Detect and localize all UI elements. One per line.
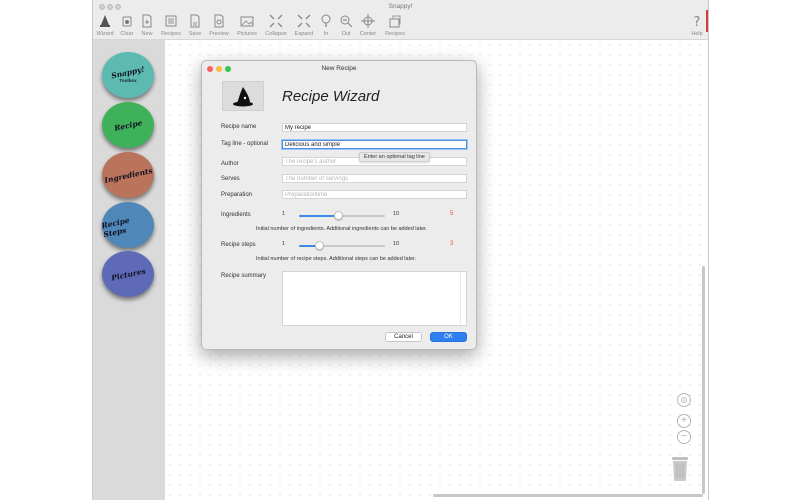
toolbar-preview-button[interactable]: Preview xyxy=(207,14,231,37)
toolbox-orb-pictures[interactable]: Pictures xyxy=(102,251,154,297)
center-icon xyxy=(361,14,375,28)
toolbar-zoom-out-button[interactable]: Out xyxy=(334,14,358,37)
steps-min: 1 xyxy=(282,241,286,247)
tag-line-tooltip: Enter an optional tag line xyxy=(359,152,430,162)
window-title: Snappy! xyxy=(388,3,413,10)
wizard-hat-icon xyxy=(233,87,253,107)
pictures-icon xyxy=(240,16,254,27)
expand-icon xyxy=(297,14,311,28)
center-view-icon[interactable]: ◎ xyxy=(677,393,691,407)
ingredients-slider[interactable] xyxy=(299,211,385,220)
preview-icon xyxy=(214,14,224,28)
zoom-out-canvas-icon[interactable]: − xyxy=(677,430,691,444)
wizard-heading: Recipe Wizard xyxy=(282,88,380,105)
recipe-summary-textarea[interactable] xyxy=(282,271,467,326)
ingredients-help-text: Initial number of ingredients. Additiona… xyxy=(256,226,428,232)
serves-input[interactable] xyxy=(282,174,467,183)
save-icon xyxy=(190,14,200,28)
ingredients-min: 1 xyxy=(282,211,286,217)
toolbar-help-button[interactable]: ? Help xyxy=(685,14,708,37)
dialog-titlebar: New Recipe xyxy=(202,61,476,77)
steps-help-text: Initial number of recipe steps. Addition… xyxy=(256,256,417,262)
new-recipe-dialog: New Recipe Recipe Wizard Recipe name Tag… xyxy=(201,60,477,350)
toolbar-expand-button[interactable]: Expand xyxy=(292,14,316,37)
preparation-label: Preparation xyxy=(221,192,253,198)
steps-max: 10 xyxy=(393,241,400,247)
dialog-title: New Recipe xyxy=(321,65,357,72)
trash-icon[interactable] xyxy=(671,456,689,482)
serves-label: Serves xyxy=(221,176,240,182)
steps-slider[interactable] xyxy=(299,241,385,250)
tag-line-input[interactable] xyxy=(282,140,467,149)
toolbar-wizard-button[interactable]: Wizard xyxy=(93,14,117,37)
toolbox-sidebar: Snappy! Toolbox Recipe Ingredients Recip… xyxy=(93,40,165,500)
ingredients-slider-knob[interactable] xyxy=(333,211,343,220)
collapse-icon xyxy=(269,14,283,28)
toolbar-share-recipes-button[interactable]: Recipes xyxy=(383,14,407,37)
clear-icon xyxy=(122,16,132,27)
toolbox-orb-recipe[interactable]: Recipe xyxy=(102,102,154,148)
toolbar-collapse-button[interactable]: Collapse xyxy=(264,14,288,37)
recipe-steps-label: Recipe steps xyxy=(221,242,256,248)
zoom-out-icon xyxy=(340,15,353,28)
toolbox-orb-recipe-steps[interactable]: Recipe Steps xyxy=(101,202,154,248)
toolbar-pictures-button[interactable]: Pictures xyxy=(235,14,259,37)
wizard-image xyxy=(222,81,264,111)
steps-slider-knob[interactable] xyxy=(314,241,324,250)
preparation-input[interactable] xyxy=(282,190,467,199)
toolbar-recipes-button[interactable]: Recipes xyxy=(159,14,183,37)
ingredients-label: Ingredients xyxy=(221,212,251,218)
cancel-button[interactable]: Cancel xyxy=(385,332,422,342)
horizontal-scrollbar[interactable] xyxy=(433,494,703,497)
toolbar: Wizard Clear New Recipes Save Preview Pi… xyxy=(93,12,708,40)
share-recipes-icon xyxy=(389,15,401,28)
steps-count: 3 xyxy=(450,241,454,247)
toolbar-save-button[interactable]: Save xyxy=(183,14,207,37)
recipe-summary-label: Recipe summary xyxy=(221,273,267,279)
author-label: Author xyxy=(221,161,239,167)
new-document-icon xyxy=(142,14,152,28)
toolbar-new-button[interactable]: New xyxy=(135,14,159,37)
ok-button[interactable]: OK xyxy=(430,332,467,342)
wizard-hat-icon xyxy=(100,15,110,27)
zoom-in-canvas-icon[interactable]: + xyxy=(677,414,691,428)
toolbox-orb-snappy[interactable]: Snappy! Toolbox xyxy=(102,52,154,98)
recipe-name-input[interactable] xyxy=(282,123,467,132)
ingredients-max: 10 xyxy=(393,211,400,217)
window-titlebar: Snappy! xyxy=(93,0,708,12)
tag-line-label: Tag line - optional xyxy=(221,141,269,147)
recipe-name-label: Recipe name xyxy=(221,124,257,130)
zoom-in-icon xyxy=(321,14,331,27)
svg-text:?: ? xyxy=(694,15,701,28)
toolbox-orb-ingredients[interactable]: Ingredients xyxy=(102,152,154,198)
summary-scrollbar[interactable] xyxy=(460,272,466,325)
ingredients-count: 5 xyxy=(450,211,454,217)
vertical-scrollbar[interactable] xyxy=(702,266,705,494)
recipes-icon xyxy=(165,15,177,27)
help-icon: ? xyxy=(694,15,701,28)
toolbar-center-button[interactable]: Center xyxy=(356,14,380,37)
ingredients-slider-fill xyxy=(299,215,338,217)
